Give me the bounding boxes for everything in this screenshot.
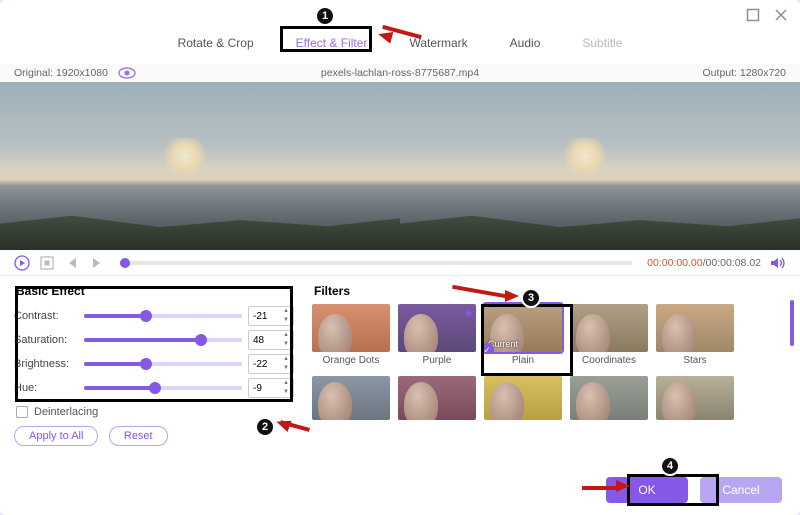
filter-item[interactable] xyxy=(570,376,648,420)
spin-up-icon[interactable]: ▲ xyxy=(280,307,292,316)
filename: pexels-lachlan-ross-8775687.mp4 xyxy=(321,67,479,79)
filter-thumb[interactable] xyxy=(570,376,648,420)
playbar: 00:00:00.00/00:00:08.02 xyxy=(0,250,800,276)
spin-down-icon[interactable]: ▼ xyxy=(280,340,292,349)
filter-thumb[interactable]: ★ xyxy=(398,304,476,352)
spin-up-icon[interactable]: ▲ xyxy=(280,355,292,364)
titlebar xyxy=(0,0,800,30)
main-area: Basic Effect Contrast: -21 ▲▼ Saturation… xyxy=(0,276,800,446)
filter-thumb[interactable] xyxy=(312,376,390,420)
spin-up-icon[interactable]: ▲ xyxy=(280,379,292,388)
filters-title: Filters xyxy=(314,284,786,298)
effect-label: Contrast: xyxy=(14,310,78,322)
filter-item[interactable]: Stars xyxy=(656,304,734,366)
filter-thumb[interactable] xyxy=(398,376,476,420)
effect-label: Saturation: xyxy=(14,334,78,346)
filter-thumb[interactable] xyxy=(656,304,734,352)
effect-value[interactable]: 48 ▲▼ xyxy=(248,330,294,350)
spin-down-icon[interactable]: ▼ xyxy=(280,316,292,325)
star-icon: ★ xyxy=(463,306,474,320)
deinterlacing-checkbox[interactable] xyxy=(16,406,28,418)
filter-item[interactable] xyxy=(656,376,734,420)
preview-original xyxy=(0,82,400,250)
filter-item[interactable] xyxy=(398,376,476,420)
spin-up-icon[interactable]: ▲ xyxy=(280,331,292,340)
tabs: Rotate & Crop Effect & Filter Watermark … xyxy=(0,30,800,64)
tab-subtitle: Subtitle xyxy=(574,32,630,54)
preview-eye-icon[interactable] xyxy=(118,67,136,79)
deinterlacing-row[interactable]: Deinterlacing xyxy=(16,406,294,418)
filter-label: Coordinates xyxy=(570,355,648,366)
filter-thumb[interactable] xyxy=(312,304,390,352)
filter-thumb[interactable] xyxy=(570,304,648,352)
tab-audio[interactable]: Audio xyxy=(502,32,549,54)
basic-effect-panel: Basic Effect Contrast: -21 ▲▼ Saturation… xyxy=(14,282,294,446)
timeline[interactable] xyxy=(120,261,632,265)
effect-row-1: Saturation: 48 ▲▼ xyxy=(14,328,294,352)
filter-thumb[interactable] xyxy=(656,376,734,420)
tab-effect-filter[interactable]: Effect & Filter xyxy=(288,32,376,54)
stop-icon[interactable] xyxy=(39,255,55,271)
prev-icon[interactable] xyxy=(64,255,80,271)
filter-item[interactable]: Current ✓ Plain xyxy=(484,304,562,366)
filter-item[interactable]: ★ Purple xyxy=(398,304,476,366)
effect-row-2: Brightness: -22 ▲▼ xyxy=(14,352,294,376)
effect-slider[interactable] xyxy=(84,386,242,390)
effect-slider[interactable] xyxy=(84,338,242,342)
effect-row-3: Hue: -9 ▲▼ xyxy=(14,376,294,400)
ok-button[interactable]: OK xyxy=(606,477,688,503)
filter-item[interactable]: Orange Dots xyxy=(312,304,390,366)
effect-value[interactable]: -21 ▲▼ xyxy=(248,306,294,326)
play-icon[interactable] xyxy=(14,255,30,271)
filter-thumb[interactable]: Current ✓ xyxy=(484,304,562,352)
reset-button[interactable]: Reset xyxy=(109,426,168,446)
annotation-badge-4: 4 xyxy=(660,456,680,476)
spin-down-icon[interactable]: ▼ xyxy=(280,364,292,373)
filter-item[interactable] xyxy=(484,376,562,420)
tab-rotate-crop[interactable]: Rotate & Crop xyxy=(170,32,262,54)
spin-down-icon[interactable]: ▼ xyxy=(280,388,292,397)
effect-slider[interactable] xyxy=(84,362,242,366)
apply-to-all-button[interactable]: Apply to All xyxy=(14,426,98,446)
filter-thumb[interactable] xyxy=(484,376,562,420)
time-display: 00:00:00.00/00:00:08.02 xyxy=(647,257,761,269)
preview-pane xyxy=(0,82,800,250)
effect-row-0: Contrast: -21 ▲▼ xyxy=(14,304,294,328)
effect-value[interactable]: -9 ▲▼ xyxy=(248,378,294,398)
close-icon[interactable] xyxy=(774,8,788,22)
filter-label: Purple xyxy=(398,355,476,366)
app: Rotate & Crop Effect & Filter Watermark … xyxy=(0,0,800,515)
meta-bar: Original: 1920x1080 pexels-lachlan-ross-… xyxy=(0,64,800,82)
filter-label: Orange Dots xyxy=(312,355,390,366)
effect-label: Hue: xyxy=(14,382,78,394)
basic-effect-title: Basic Effect xyxy=(16,284,294,298)
volume-icon[interactable] xyxy=(770,255,786,271)
cancel-button[interactable]: Cancel xyxy=(700,477,782,503)
filters-scrollbar[interactable] xyxy=(790,300,794,346)
filter-label: Plain xyxy=(484,355,562,366)
filters-panel: Filters Orange Dots ★ Purple Current ✓ P… xyxy=(312,282,786,446)
original-dim: Original: 1920x1080 xyxy=(14,67,108,79)
filter-item[interactable] xyxy=(312,376,390,420)
output-dim: Output: 1280x720 xyxy=(703,67,786,79)
deinterlacing-label: Deinterlacing xyxy=(34,406,98,418)
effect-slider[interactable] xyxy=(84,314,242,318)
preview-result xyxy=(400,82,800,250)
effect-label: Brightness: xyxy=(14,358,78,370)
footer: OK Cancel xyxy=(606,477,782,503)
filter-label: Stars xyxy=(656,355,734,366)
effect-value[interactable]: -22 ▲▼ xyxy=(248,354,294,374)
filter-item[interactable]: Coordinates xyxy=(570,304,648,366)
tab-watermark[interactable]: Watermark xyxy=(401,32,475,54)
maximize-icon[interactable] xyxy=(746,8,760,22)
next-icon[interactable] xyxy=(89,255,105,271)
